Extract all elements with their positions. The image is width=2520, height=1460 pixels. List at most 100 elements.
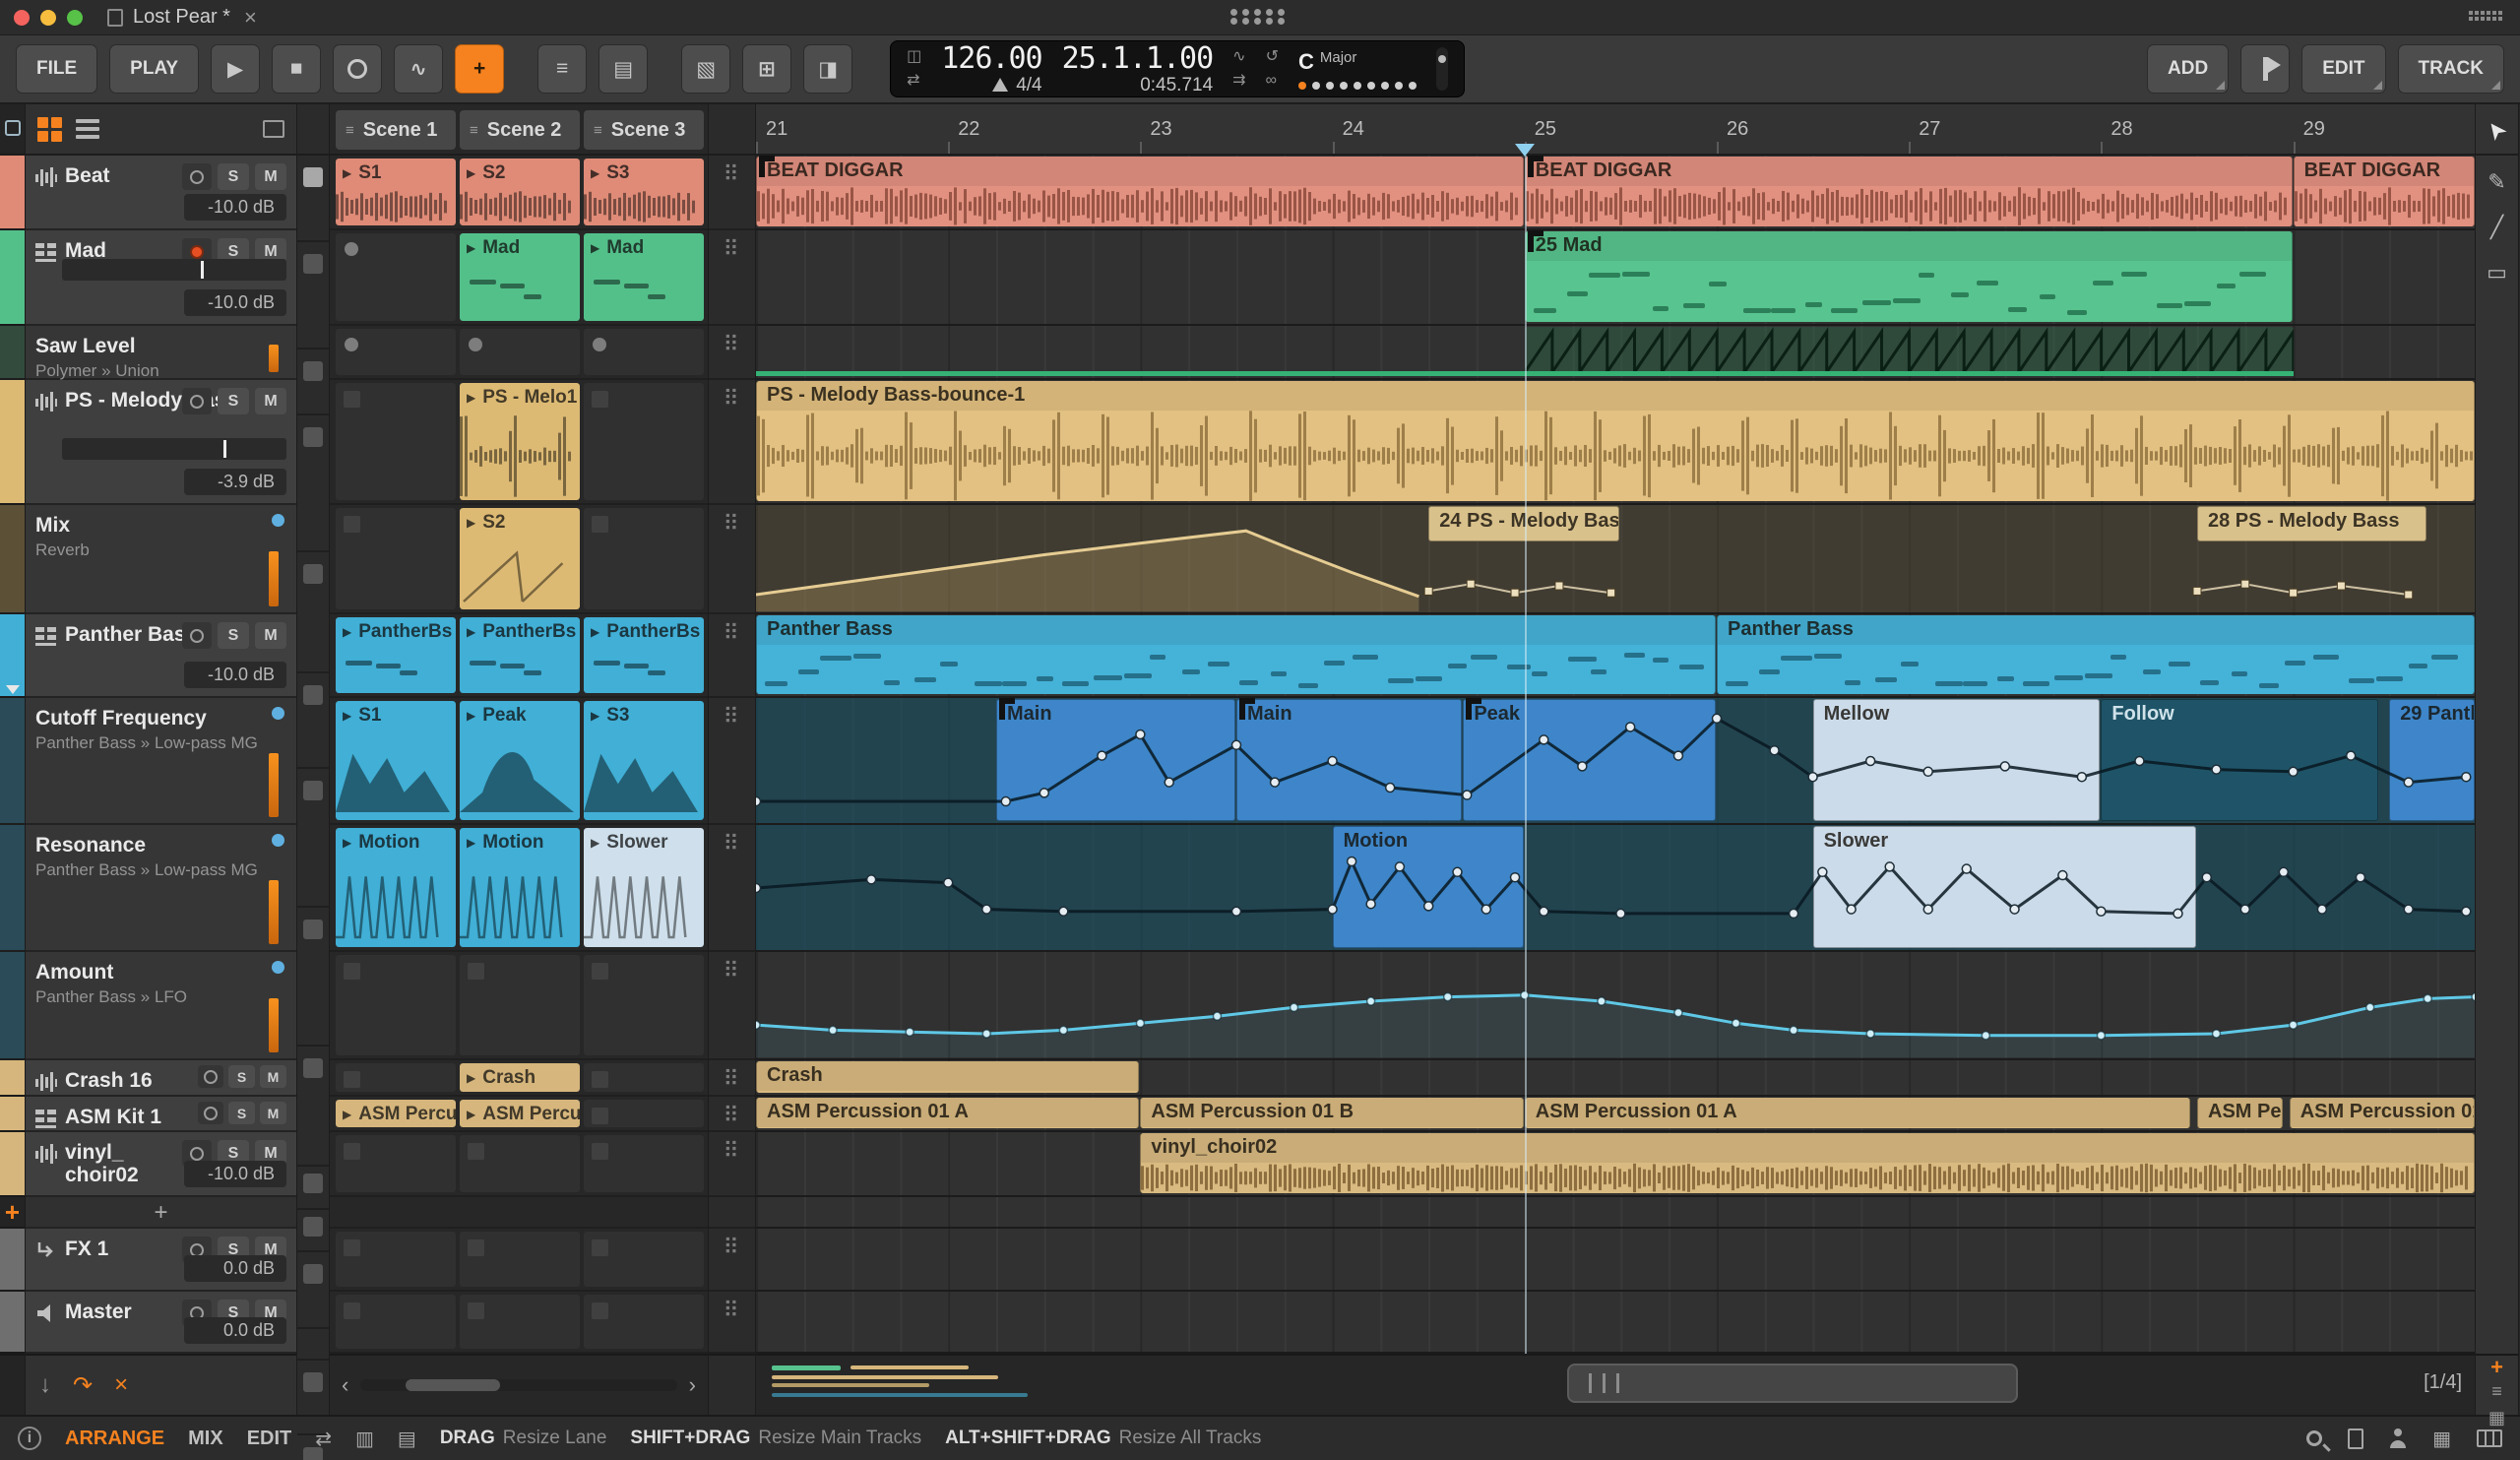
follow-playhead-icon[interactable]: ⇉: [1232, 73, 1245, 89]
launcher-cell[interactable]: [336, 1232, 456, 1287]
arranger-lane-panther[interactable]: Panther BassPanther Bass: [756, 614, 2476, 698]
grid-icon[interactable]: ▦: [2432, 1427, 2451, 1451]
launcher-view-icon[interactable]: [37, 117, 62, 142]
launcher-cell[interactable]: [460, 955, 580, 1055]
arranger-lane-cutoff[interactable]: MainMainPeakMellowFollow29 Panthe: [756, 698, 2476, 825]
metronome-icon[interactable]: [992, 78, 1008, 92]
layered-editing-button[interactable]: ≡: [537, 44, 587, 94]
launcher-cell[interactable]: [336, 1063, 456, 1092]
arranger-timeline[interactable]: 212223242526272829 BEAT DIGGARBEAT DIGGA…: [756, 104, 2476, 1415]
launcher-clip[interactable]: ▶S1: [336, 159, 456, 225]
launcher-cell[interactable]: [584, 508, 704, 609]
overview-scrollbar-thumb[interactable]: [1567, 1364, 2018, 1403]
zoom-grid-icon[interactable]: ▦: [2488, 1408, 2505, 1428]
panel-a-icon[interactable]: ▥: [355, 1427, 374, 1451]
lane-handle-crash16[interactable]: ⠿: [709, 1060, 755, 1097]
edit-button[interactable]: EDIT: [2301, 44, 2385, 94]
track-color-amount[interactable]: [0, 952, 25, 1060]
record-arm-button[interactable]: [198, 1102, 223, 1124]
launcher-scrollbar[interactable]: [360, 1379, 676, 1391]
track-stop-button[interactable]: [303, 254, 323, 274]
track-color-asmkit[interactable]: [0, 1097, 25, 1132]
lane-handle-master[interactable]: ⠿: [709, 1292, 755, 1354]
track-list-icon[interactable]: [76, 119, 99, 139]
user-icon[interactable]: [2389, 1428, 2407, 1448]
mute-button[interactable]: M: [255, 622, 286, 649]
stop-button[interactable]: ■: [272, 44, 321, 94]
launcher-cell[interactable]: [336, 329, 456, 375]
automation-curve[interactable]: [756, 825, 2476, 950]
scene-header-3[interactable]: ≡Scene 3: [584, 110, 704, 150]
collapse-all-icon[interactable]: [5, 120, 21, 136]
scene-header-2[interactable]: ≡Scene 2: [460, 110, 580, 150]
mute-button[interactable]: M: [260, 1065, 286, 1088]
play-button[interactable]: ▶: [211, 44, 260, 94]
group-expander-icon[interactable]: [6, 685, 20, 694]
automation-region[interactable]: Motion: [1333, 826, 1524, 948]
launcher-cell[interactable]: ▶S1: [336, 159, 456, 225]
launcher-clip[interactable]: ▶S2: [460, 159, 580, 225]
record-arm-button[interactable]: [198, 1065, 223, 1088]
arranger-clip[interactable]: Panther Bass: [1717, 615, 2475, 694]
launcher-cell[interactable]: ▶Mad: [584, 233, 704, 321]
launcher-cell[interactable]: [584, 383, 704, 500]
tempo-display[interactable]: 126.00: [941, 44, 1041, 74]
automation-region[interactable]: 28 PS - Melody Bass: [2197, 506, 2426, 541]
lane-handle-panther[interactable]: ⠿: [709, 614, 755, 698]
launcher-cell[interactable]: [584, 1232, 704, 1287]
launcher-cell[interactable]: [336, 1135, 456, 1192]
launcher-cell[interactable]: [460, 329, 580, 375]
automation-region[interactable]: Mellow: [1813, 699, 2101, 821]
saw-automation-region[interactable]: [1525, 327, 2294, 376]
count-in-icon[interactable]: ◫: [907, 49, 921, 65]
status-tab-edit[interactable]: EDIT: [247, 1428, 292, 1450]
track-stop-button[interactable]: [303, 361, 323, 381]
launcher-cell[interactable]: [336, 383, 456, 500]
launcher-cell[interactable]: [336, 508, 456, 609]
key-display[interactable]: CMajor: [1298, 49, 1417, 90]
launcher-cell[interactable]: ▶Peak: [460, 701, 580, 820]
arranger-clip[interactable]: ASM Percussion 01 B: [1140, 1098, 1523, 1128]
volume-value[interactable]: 0.0 dB: [184, 1255, 286, 1282]
track-stop-button[interactable]: [303, 427, 323, 447]
launcher-clip[interactable]: ▶Slower: [584, 828, 704, 947]
track-stop-button[interactable]: [303, 781, 323, 800]
arranger-lane-mix[interactable]: 24 PS - Melody Bass28 PS - Melody Bass: [756, 505, 2476, 614]
volume-fader[interactable]: [62, 259, 286, 281]
track-color-psmelody[interactable]: [0, 380, 25, 505]
search-icon[interactable]: [2306, 1430, 2322, 1446]
launcher-cell[interactable]: ▶Motion: [336, 828, 456, 947]
launcher-cell[interactable]: [584, 1135, 704, 1192]
launcher-cell[interactable]: [336, 1295, 456, 1349]
track-header-addrow[interactable]: +: [26, 1197, 296, 1229]
track-stop-button[interactable]: [303, 685, 323, 705]
window-zoom-light[interactable]: [67, 10, 83, 26]
scene-header-1[interactable]: ≡Scene 1: [336, 110, 456, 150]
track-color-addrow[interactable]: +: [0, 1197, 25, 1229]
volume-value[interactable]: -10.0 dB: [184, 662, 286, 688]
launcher-cell[interactable]: [584, 1100, 704, 1127]
zoom-lines-icon[interactable]: ≡: [2491, 1381, 2502, 1402]
loopback-icon[interactable]: ↷: [73, 1371, 93, 1400]
track-stop-button[interactable]: [303, 1372, 323, 1392]
track-color-fx1[interactable]: [0, 1229, 25, 1292]
launcher-cell[interactable]: ▶ASM Percu: [460, 1100, 580, 1127]
playhead-marker[interactable]: [1515, 144, 1535, 157]
track-stop-button[interactable]: [303, 564, 323, 584]
window-minimize-light[interactable]: [40, 10, 56, 26]
lane-handle-sawlevel[interactable]: ⠿: [709, 326, 755, 380]
arranger-lane-resonance[interactable]: MotionSlower: [756, 825, 2476, 952]
knife-tool-icon[interactable]: ╱: [2490, 215, 2503, 240]
launcher-clip[interactable]: ▶S3: [584, 159, 704, 225]
param-fader[interactable]: [269, 753, 279, 817]
track-stop-button[interactable]: [303, 920, 323, 939]
launcher-clip[interactable]: ▶S2: [460, 508, 580, 609]
arranger-lane-beat[interactable]: BEAT DIGGARBEAT DIGGARBEAT DIGGAR: [756, 156, 2476, 230]
param-fader[interactable]: [269, 880, 279, 944]
track-header-psmelody[interactable]: PS - Melody BassSM-3.9 dB: [26, 380, 296, 505]
timeline-ruler[interactable]: 212223242526272829: [756, 104, 2475, 156]
track-color-crash16[interactable]: [0, 1060, 25, 1097]
track-header-resonance[interactable]: ResonancePanther Bass » Low-pass MG: [26, 825, 296, 952]
launcher-clip[interactable]: ▶S3: [584, 701, 704, 820]
arranger-clip[interactable]: ASM Percussion 01 A: [756, 1098, 1139, 1128]
